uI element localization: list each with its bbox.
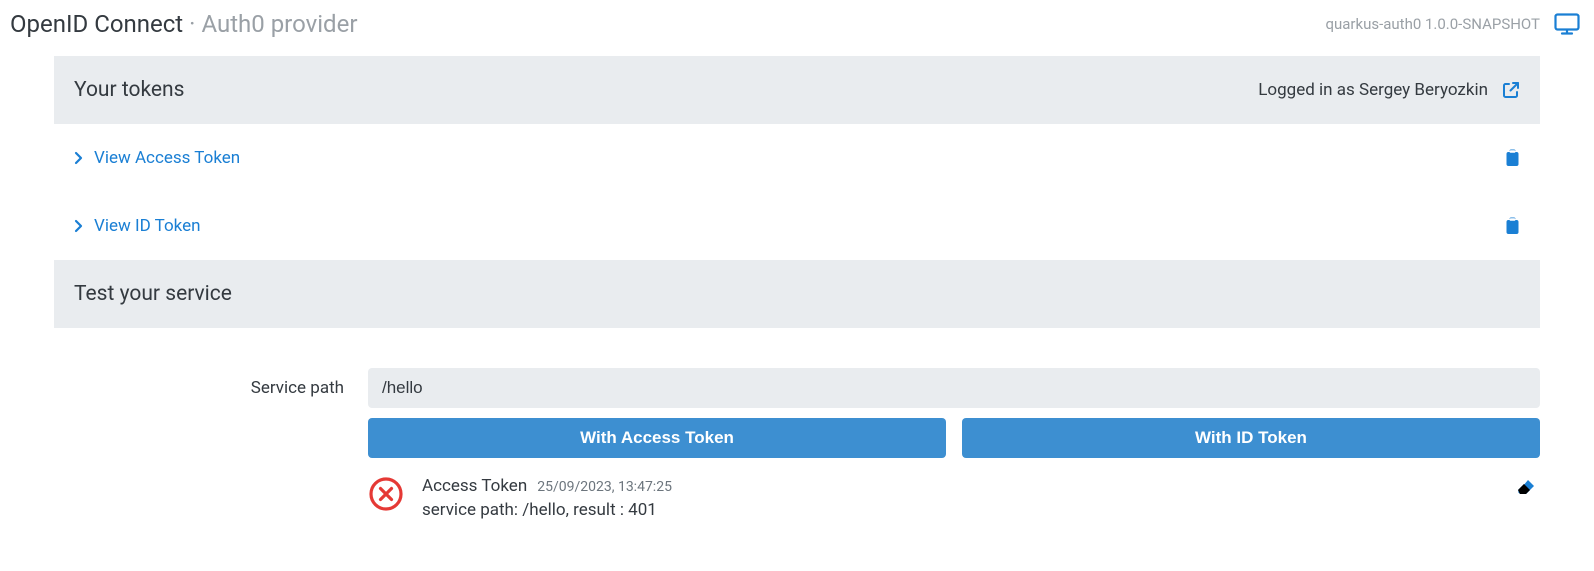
result-title: Access Token [422,476,527,496]
chevron-right-icon [74,219,84,233]
view-id-token-link[interactable]: View ID Token [74,216,201,236]
with-access-token-button[interactable]: With Access Token [368,418,946,458]
logged-in-user: Sergey Beryozkin [1359,80,1488,100]
result-text-block: Access Token 25/09/2023, 13:47:25 servic… [422,476,672,520]
logged-in-text: Logged in as Sergey Beryozkin [1258,80,1488,100]
service-panel-header: Test your service [54,260,1540,328]
token-button-row: With Access Token With ID Token [54,408,1540,458]
logged-in-prefix: Logged in as [1258,80,1359,100]
monitor-icon[interactable] [1554,13,1580,35]
page-title: OpenID Connect [10,10,183,38]
access-token-row: View Access Token [54,124,1540,192]
clipboard-icon[interactable] [1505,149,1520,167]
view-id-token-label: View ID Token [94,216,201,236]
result-title-line: Access Token 25/09/2023, 13:47:25 [422,476,672,496]
tokens-panel-header: Your tokens Logged in as Sergey Beryozki… [54,56,1540,124]
top-bar: OpenID Connect · Auth0 provider quarkus-… [0,0,1594,56]
view-access-token-label: View Access Token [94,148,240,168]
top-bar-right: quarkus-auth0 1.0.0-SNAPSHOT [1325,13,1580,35]
service-panel-title: Test your service [74,282,232,306]
result-left: Access Token 25/09/2023, 13:47:25 servic… [368,476,672,520]
with-id-token-button[interactable]: With ID Token [962,418,1540,458]
external-link-icon[interactable] [1502,81,1520,99]
id-token-row: View ID Token [54,192,1540,260]
logged-in-group: Logged in as Sergey Beryozkin [1258,80,1520,100]
clipboard-icon[interactable] [1505,217,1520,235]
result-detail: service path: /hello, result : 401 [422,500,672,520]
main-content: Your tokens Logged in as Sergey Beryozki… [0,56,1594,530]
result-row: Access Token 25/09/2023, 13:47:25 servic… [54,458,1540,530]
chevron-right-icon [74,151,84,165]
result-timestamp: 25/09/2023, 13:47:25 [537,479,672,495]
service-path-row: Service path [54,328,1540,408]
title-separator: · [189,10,195,38]
service-path-input[interactable] [368,368,1540,408]
view-access-token-link[interactable]: View Access Token [74,148,240,168]
error-circle-x-icon [368,476,404,512]
tokens-panel-title: Your tokens [74,78,184,102]
provider-name: Auth0 provider [201,10,357,38]
title-group: OpenID Connect · Auth0 provider [10,10,357,38]
app-version: quarkus-auth0 1.0.0-SNAPSHOT [1325,15,1540,33]
eraser-icon[interactable] [1516,476,1540,496]
service-path-label: Service path [54,378,344,398]
